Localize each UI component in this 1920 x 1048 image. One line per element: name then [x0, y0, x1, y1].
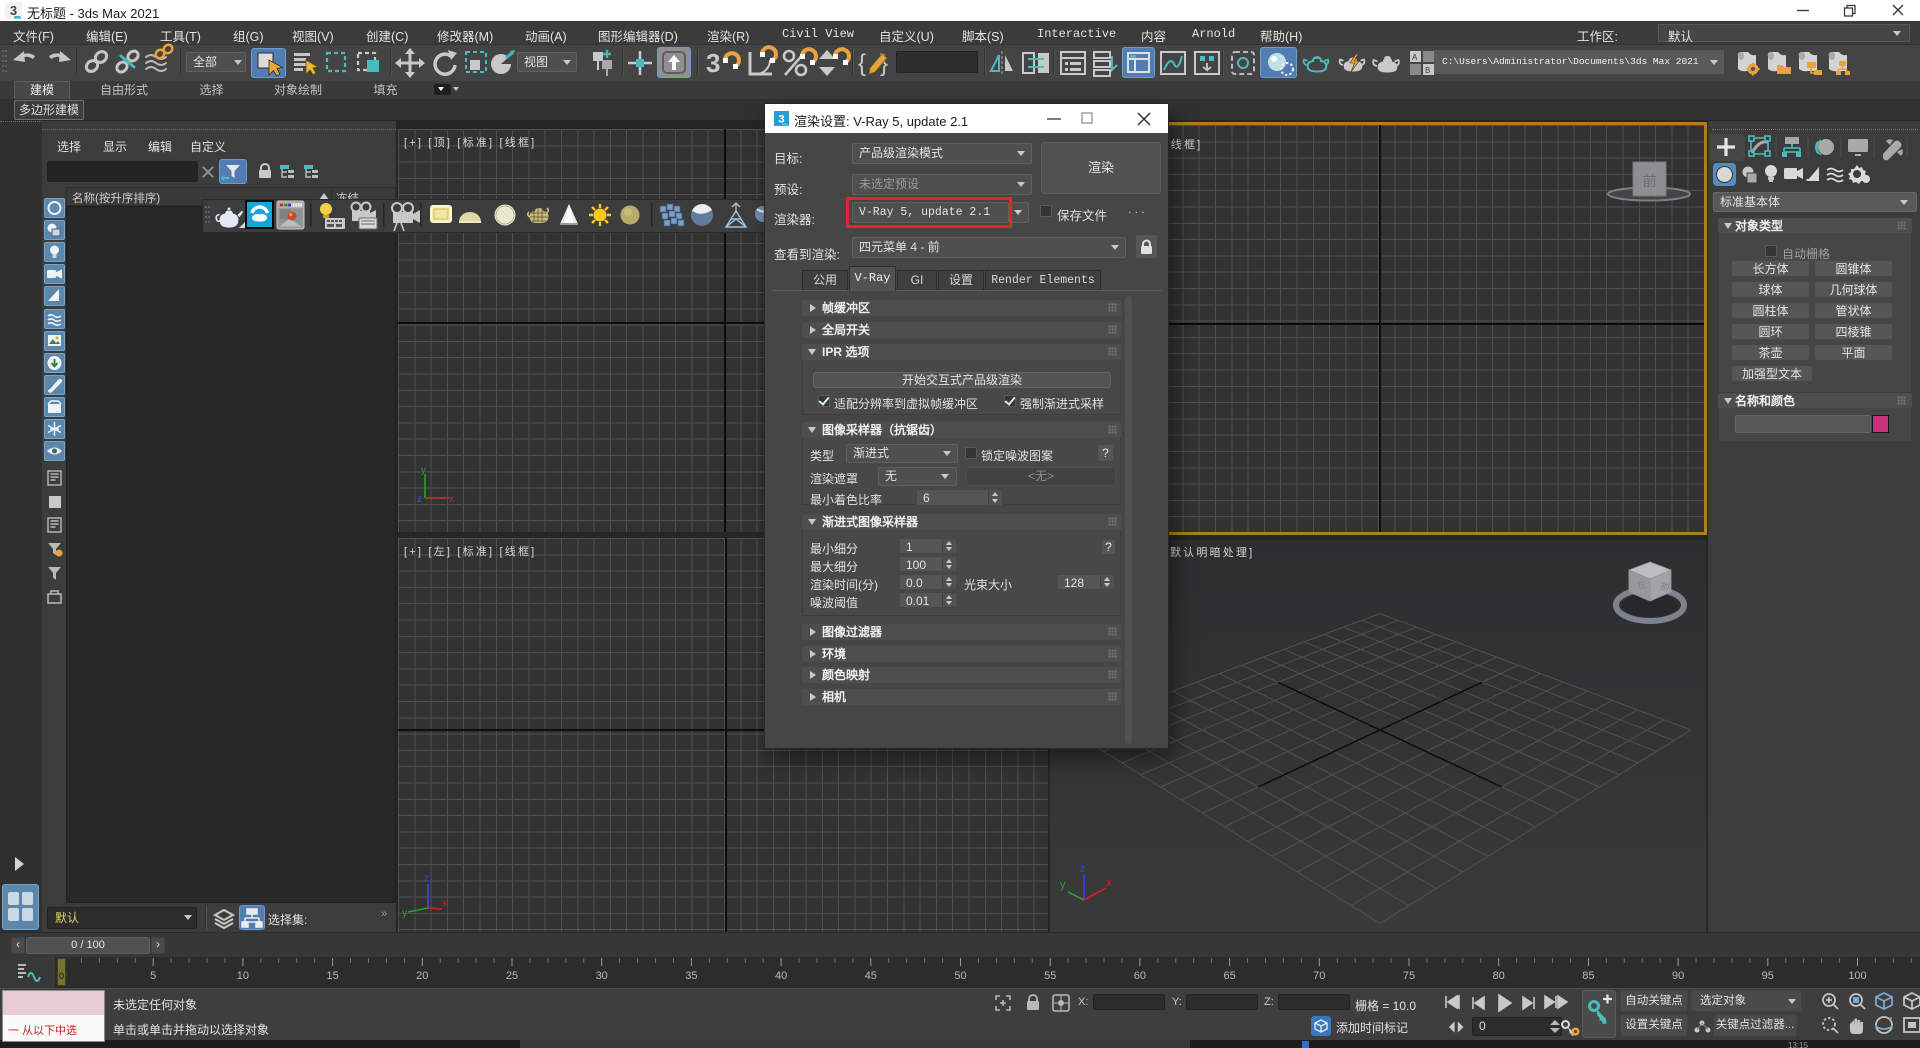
svg-text:45: 45 [865, 970, 877, 982]
svg-text:25: 25 [506, 970, 518, 982]
svg-text:70: 70 [1313, 970, 1325, 982]
svg-text:20: 20 [416, 970, 428, 982]
svg-text:z: z [417, 494, 422, 505]
svg-text:x: x [1106, 877, 1112, 889]
svg-text:5: 5 [150, 970, 156, 982]
svg-text:y: y [421, 465, 426, 476]
svg-text:{: { [858, 50, 866, 77]
svg-text:3: 3 [10, 3, 17, 18]
svg-text:z: z [1080, 863, 1086, 875]
svg-text:60: 60 [1134, 970, 1146, 982]
svg-text:50: 50 [954, 970, 966, 982]
svg-text:y: y [402, 908, 407, 919]
svg-text:95: 95 [1762, 970, 1774, 982]
svg-text:3: 3 [706, 48, 720, 78]
svg-text:100: 100 [1848, 970, 1866, 982]
svg-text:80: 80 [1493, 970, 1505, 982]
svg-text:90: 90 [1672, 970, 1684, 982]
svg-text:30: 30 [596, 970, 608, 982]
svg-text:x: x [442, 898, 447, 909]
svg-text:35: 35 [685, 970, 697, 982]
svg-text:85: 85 [1582, 970, 1594, 982]
svg-text:B: B [1425, 66, 1430, 75]
svg-text:65: 65 [1223, 970, 1235, 982]
svg-text:A: A [1412, 53, 1418, 62]
svg-text:x: x [449, 494, 454, 505]
svg-text:55: 55 [1044, 970, 1056, 982]
svg-text:10: 10 [237, 970, 249, 982]
svg-text:40: 40 [775, 970, 787, 982]
svg-text:y: y [1060, 879, 1066, 891]
svg-text:75: 75 [1403, 970, 1415, 982]
svg-text:15: 15 [326, 970, 338, 982]
svg-text:前: 前 [1643, 173, 1657, 189]
svg-text:z: z [424, 873, 429, 884]
